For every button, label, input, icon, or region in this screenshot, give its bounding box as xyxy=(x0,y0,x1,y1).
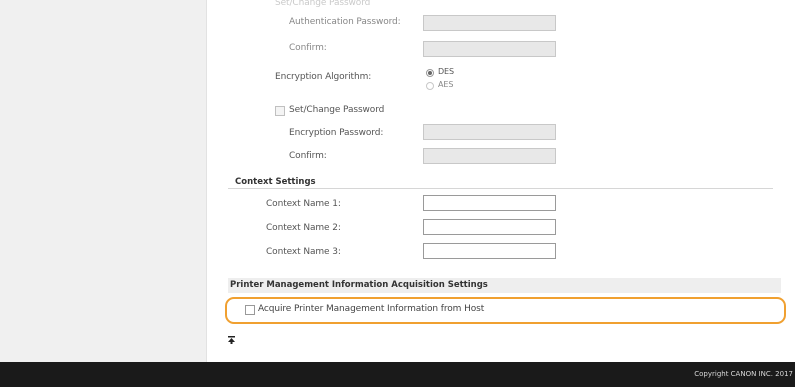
highlight-frame xyxy=(225,297,786,324)
context-name-2-label: Context Name 2: xyxy=(266,223,341,233)
encryption-confirm-field[interactable] xyxy=(423,148,556,164)
context-name-3-input[interactable] xyxy=(423,243,556,259)
to-top-icon[interactable] xyxy=(228,336,235,344)
context-settings-heading: Context Settings xyxy=(235,177,316,187)
context-settings-divider xyxy=(228,188,773,189)
set-change-password-label: Set/Change Password xyxy=(289,105,385,115)
partial-header-label: Set/Change Password xyxy=(275,0,371,8)
footer-bar: Copyright CANON INC. 2017 xyxy=(0,362,795,387)
printer-management-heading: Printer Management Information Acquisiti… xyxy=(230,280,488,290)
auth-password-field[interactable] xyxy=(423,15,556,31)
des-radio[interactable] xyxy=(426,69,434,77)
set-change-password-checkbox[interactable] xyxy=(275,106,285,116)
encryption-confirm-label: Confirm: xyxy=(289,151,327,161)
encryption-algorithm-label: Encryption Algorithm: xyxy=(275,72,372,82)
aes-label: AES xyxy=(438,80,454,89)
context-name-2-input[interactable] xyxy=(423,219,556,235)
context-name-3-label: Context Name 3: xyxy=(266,247,341,257)
aes-radio[interactable] xyxy=(426,82,434,90)
left-navigation-pane xyxy=(0,0,207,362)
encryption-password-label: Encryption Password: xyxy=(289,128,384,138)
auth-confirm-field[interactable] xyxy=(423,41,556,57)
context-name-1-label: Context Name 1: xyxy=(266,199,341,209)
auth-password-label: Authentication Password: xyxy=(289,17,401,27)
to-top-icon-glyph xyxy=(228,336,235,344)
context-name-1-input[interactable] xyxy=(423,195,556,211)
des-label: DES xyxy=(438,67,454,76)
auth-confirm-label: Confirm: xyxy=(289,43,327,53)
encryption-password-field[interactable] xyxy=(423,124,556,140)
copyright-text: Copyright CANON INC. 2017 xyxy=(694,370,793,378)
